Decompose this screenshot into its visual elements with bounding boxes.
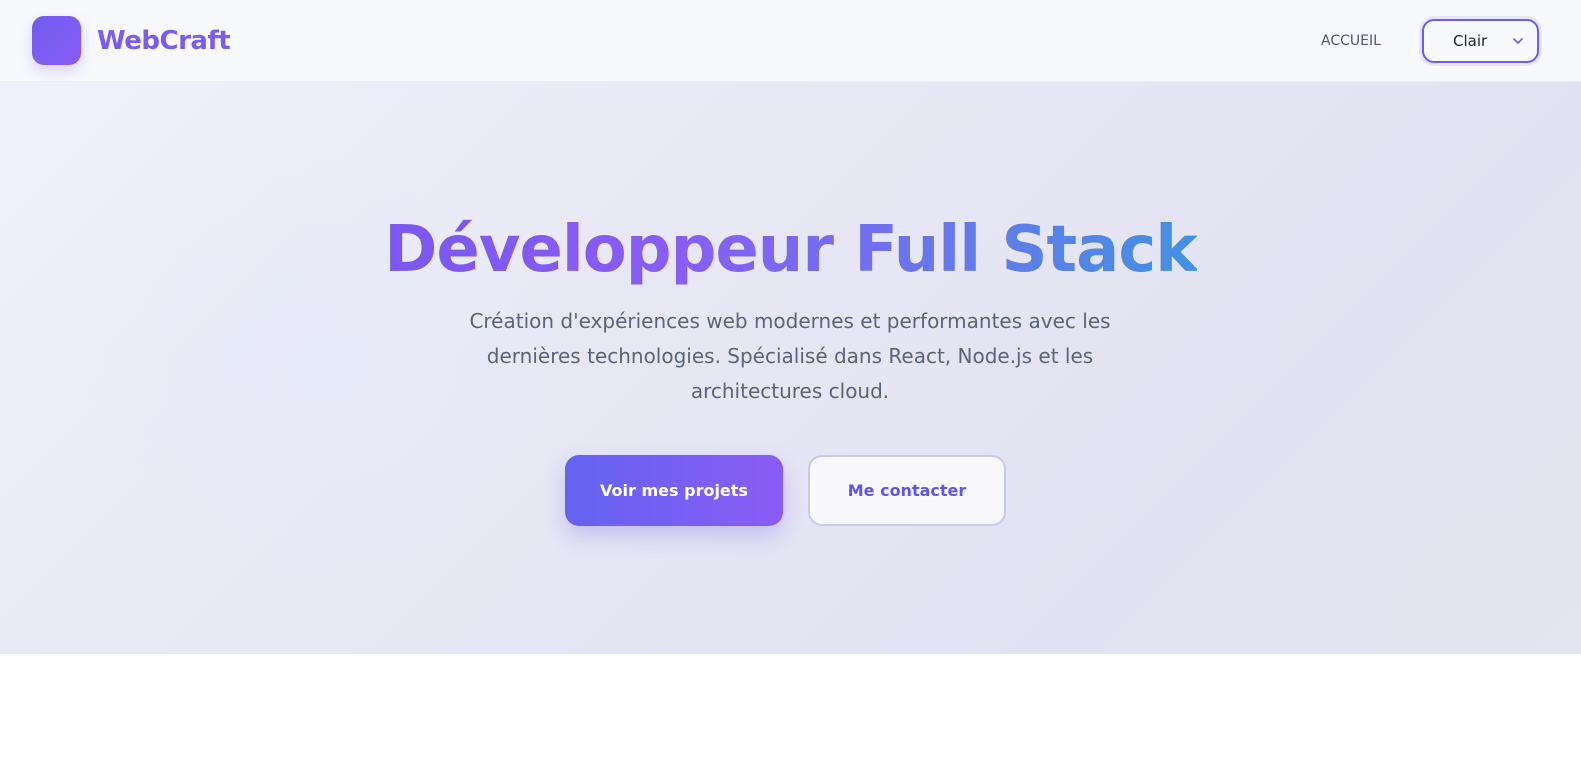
chevron-down-icon [1513,38,1523,44]
hero-section: Développeur Full Stack Création d'expéri… [0,82,1581,654]
hero-title-text: Développeur Full Stack [384,213,1198,287]
top-navbar: WebCraft ACCUEIL Clair [0,0,1581,82]
contact-button[interactable]: Me contacter [808,455,1006,526]
brand-name[interactable]: WebCraft [97,24,231,58]
hero-title: Développeur Full Stack [0,208,1581,292]
logo-square-icon[interactable] [32,16,81,65]
theme-select-value: Clair [1453,32,1488,50]
view-projects-button[interactable]: Voir mes projets [565,455,783,526]
theme-select[interactable]: Clair [1422,19,1539,63]
nav-link-accueil[interactable]: ACCUEIL [1310,30,1392,52]
hero-subtitle: Création d'expériences web modernes et p… [469,309,1111,403]
